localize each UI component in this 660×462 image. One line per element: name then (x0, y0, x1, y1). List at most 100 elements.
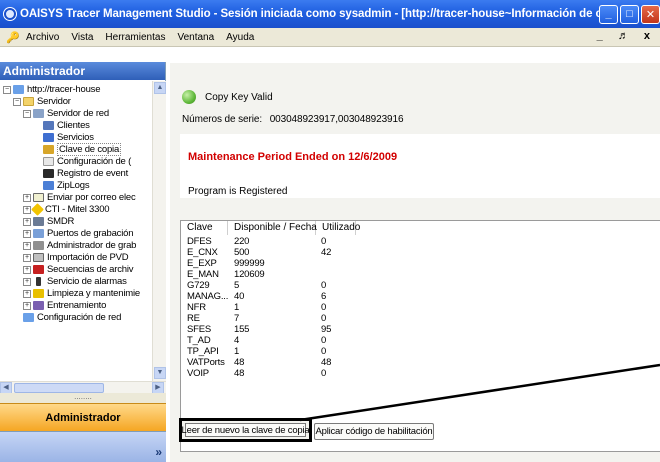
services-icon (43, 133, 54, 142)
collapse-icon[interactable]: − (13, 97, 21, 106)
panel-splitter[interactable]: ........ (0, 393, 166, 403)
server-icon (33, 217, 44, 226)
tree-item-clave-de-copia[interactable]: Clave de copia (43, 143, 122, 156)
column-header-utilizado[interactable]: Utilizado (316, 221, 360, 235)
key-icon (43, 145, 54, 154)
tree-item-servicio-alarmas[interactable]: + Servicio de alarmas (23, 276, 127, 287)
folder-icon (23, 97, 34, 106)
expand-chevron-icon[interactable]: » (155, 445, 162, 459)
menu-herramientas[interactable]: Herramientas (99, 32, 171, 43)
tree-item-configuracion-red[interactable]: Configuración de red (13, 312, 121, 323)
tree-item-secuencias[interactable]: + Secuencias de archiv (23, 264, 134, 275)
expand-icon[interactable]: + (23, 217, 31, 226)
menu-bar: 🔑 Archivo Vista Herramientas Ventana Ayu… (0, 28, 660, 47)
network-icon (33, 109, 44, 118)
tree-item-enviar-correo[interactable]: + Enviar por correo elec (23, 192, 136, 203)
ports-icon (33, 229, 44, 238)
expand-icon[interactable]: + (23, 289, 31, 298)
expand-icon[interactable]: + (23, 301, 31, 310)
expand-icon[interactable]: + (23, 193, 31, 202)
tree-item-smdr[interactable]: + SMDR (23, 216, 74, 227)
collapse-icon[interactable]: − (3, 85, 11, 94)
tree-item-puertos[interactable]: + Puertos de grabación (23, 228, 134, 239)
table-row[interactable]: MANAG... 40 6 (181, 291, 660, 302)
column-header-clave[interactable]: Clave (181, 221, 228, 235)
tree-item-importacion-pvd[interactable]: + Importación de PVD (23, 252, 129, 263)
minimize-button[interactable]: _ (599, 4, 618, 24)
serial-numbers: Números de serie: 003048923917,003048923… (182, 114, 404, 125)
table-row[interactable]: E_MAN 120609 (181, 269, 660, 280)
administrador-button[interactable]: Administrador (0, 403, 166, 431)
tree-item-tracer-house[interactable]: − http://tracer-house (3, 84, 100, 95)
tree-item-cti-mitel[interactable]: + CTI - Mitel 3300 (23, 203, 110, 216)
tree-item-entrenamiento[interactable]: + Entrenamiento (23, 300, 106, 311)
table-row[interactable]: G729 5 0 (181, 280, 660, 291)
menu-archivo[interactable]: Archivo (20, 32, 65, 43)
table-row[interactable]: TP_API 1 0 (181, 346, 660, 357)
network-config-icon (23, 313, 34, 322)
collapse-icon[interactable]: − (23, 109, 31, 118)
reread-key-button[interactable]: Leer de nuevo la clave de copia (179, 418, 312, 442)
title-bar: OAISYS Tracer Management Studio - Sesión… (0, 0, 660, 28)
expand-icon[interactable]: + (23, 205, 31, 214)
key-icon: 🔑 (6, 31, 20, 44)
main-content: Copy Key Valid Números de serie: 0030489… (167, 47, 660, 462)
maximize-button[interactable]: □ (620, 4, 639, 24)
serial-value: 003048923917,003048923916 (269, 114, 404, 125)
expand-icon[interactable]: + (23, 253, 31, 262)
table-header: Clave Disponible / Fecha Utilizado (181, 221, 660, 235)
scroll-up-icon[interactable]: ▲ (154, 82, 166, 94)
expand-icon[interactable]: + (23, 229, 31, 238)
mdi-controls[interactable]: _ ♬ x (597, 30, 656, 42)
training-icon (33, 301, 44, 310)
close-button[interactable]: ✕ (641, 4, 660, 24)
window-title: OAISYS Tracer Management Studio - Sesión… (20, 8, 599, 20)
cti-icon (31, 203, 44, 216)
menu-ventana[interactable]: Ventana (171, 32, 220, 43)
sidebar: Administrador − http://tracer-house − Se… (0, 62, 166, 462)
tree-item-configuracion[interactable]: Configuración de ( (43, 156, 131, 167)
table-row[interactable]: DFES 220 0 (181, 236, 660, 247)
table-row[interactable]: NFR 1 0 (181, 302, 660, 313)
users-icon (43, 121, 54, 130)
table-row[interactable]: T_AD 4 0 (181, 335, 660, 346)
column-header-disponible[interactable]: Disponible / Fecha (228, 221, 317, 235)
tree-item-servidor[interactable]: − Servidor (13, 96, 71, 107)
table-row[interactable]: VATPorts 48 48 (181, 357, 660, 368)
table-row[interactable]: E_CNX 500 42 (181, 247, 660, 258)
app-icon (4, 8, 16, 20)
registration-message: Program is Registered (188, 186, 288, 197)
document-icon (43, 157, 54, 166)
tree-item-administrador-grab[interactable]: + Administrador de grab (23, 240, 136, 251)
table-row[interactable]: E_EXP 999999 (181, 258, 660, 269)
table-row[interactable]: RE 7 0 (181, 313, 660, 324)
status-ok-icon (182, 90, 196, 104)
tree-item-limpieza[interactable]: + Limpieza y mantenimie (23, 288, 140, 299)
globe-icon (13, 85, 24, 94)
tree-item-servidor-de-red[interactable]: − Servidor de red (23, 108, 109, 119)
tree-item-servicios[interactable]: Servicios (43, 132, 94, 143)
import-icon (33, 253, 44, 262)
tree-item-registro[interactable]: Registro de event (43, 168, 128, 179)
apply-code-button[interactable]: Aplicar código de habilitación (314, 423, 434, 440)
menu-vista[interactable]: Vista (65, 32, 99, 43)
maintenance-message: Maintenance Period Ended on 12/6/2009 (188, 151, 398, 163)
scroll-down-icon[interactable]: ▼ (154, 367, 166, 379)
zip-icon (43, 181, 54, 190)
tree-item-clientes[interactable]: Clientes (43, 120, 90, 131)
tree-item-ziplogs[interactable]: ZipLogs (43, 180, 90, 191)
tree-vertical-scrollbar[interactable]: ▲ ▼ (152, 81, 166, 381)
table-row[interactable]: SFES 155 95 (181, 324, 660, 335)
broom-icon (33, 289, 44, 298)
reread-key-label: Leer de nuevo la clave de copia (181, 423, 310, 437)
expand-icon[interactable]: + (23, 241, 31, 250)
navigation-tree: − http://tracer-house − Servidor − Servi… (0, 81, 152, 381)
sidebar-header: Administrador (0, 62, 165, 80)
expand-icon[interactable]: + (23, 265, 31, 274)
menu-ayuda[interactable]: Ayuda (220, 32, 260, 43)
table-row[interactable]: VOIP 48 0 (181, 368, 660, 379)
event-log-icon (43, 169, 54, 178)
sidebar-bottom-strip: » (0, 431, 166, 462)
main-panel: Copy Key Valid Números de serie: 0030489… (170, 63, 660, 462)
expand-icon[interactable]: + (23, 277, 31, 286)
